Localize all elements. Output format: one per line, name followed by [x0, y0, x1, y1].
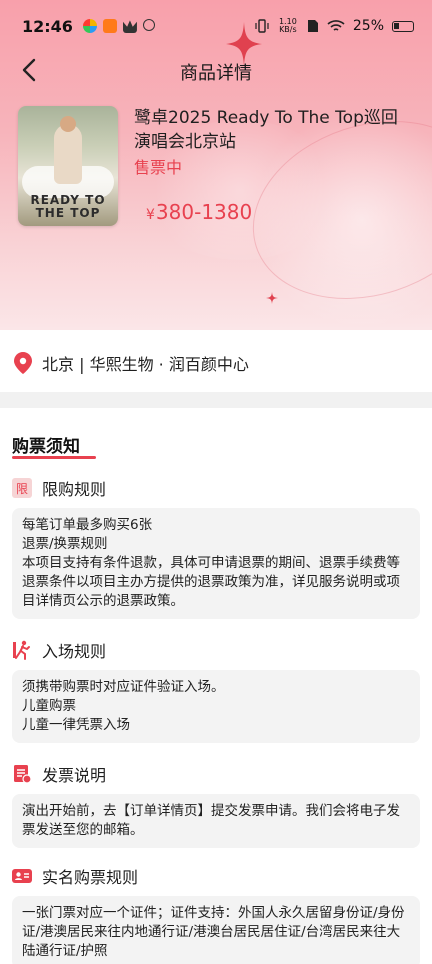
vibrate-icon [255, 19, 269, 33]
rule-heading-purchase-limit: 限 限购规则 [12, 476, 106, 500]
rule-heading-real-name: 实名购票规则 [12, 864, 138, 888]
rule-heading-text: 实名购票规则 [42, 868, 139, 887]
venue-text: 北京 | 华熙生物 · 润百颜中心 [42, 355, 249, 374]
net-speed: 1.10 KB/s [278, 17, 297, 34]
notice-title: 购票须知 [12, 437, 80, 457]
rule-heading-text: 入场规则 [42, 642, 107, 661]
status-right: 1.10 KB/s 25% [255, 18, 414, 34]
crown-icon [122, 20, 137, 33]
rule-heading-entry: 入场规则 [12, 638, 106, 662]
price-symbol: ¥ [146, 207, 155, 223]
venue-row[interactable]: 北京 | 华熙生物 · 润百颜中心 [0, 334, 432, 392]
sale-status: 售票中 [134, 158, 183, 177]
price-value: 380-1380 [155, 200, 253, 224]
rule-line: 每笔订单最多购买6张 [22, 517, 153, 533]
rule-box-real-name: 一张门票对应一个证件；证件支持：外国人永久居留身份证/身份证/港澳居民来往内地通… [12, 896, 420, 964]
rule-heading-text: 发票说明 [42, 766, 107, 785]
event-poster[interactable]: READY TO THE TOP [18, 106, 118, 226]
poster-figure [54, 124, 82, 184]
rule-heading-text: 限购规则 [42, 480, 107, 499]
rule-box-invoice: 演出开始前，去【订单详情页】提交发票申请。我们会将电子发票发送至您的邮箱。 [12, 794, 420, 848]
rule-line: 演出开始前，去【订单详情页】提交发票申请。我们会将电子发票发送至您的邮箱。 [22, 803, 400, 838]
cat-icon [142, 19, 155, 31]
rule-box-entry: 须携带购票时对应证件验证入场。 儿童购票 儿童一律凭票入场 [12, 670, 420, 743]
rule-line: 儿童一律凭票入场 [22, 717, 130, 733]
limit-badge-icon: 限 [12, 478, 32, 498]
sparkle-small-icon [266, 292, 278, 304]
status-bar: 12:46 1.10 KB/s 25% [0, 0, 432, 52]
page-title: 商品详情 [180, 63, 252, 84]
poster-text: READY TO THE TOP [30, 193, 106, 220]
status-app-icons [82, 19, 155, 33]
section-divider [0, 392, 432, 408]
rule-line: 须携带购票时对应证件验证入场。 [22, 679, 225, 695]
location-pin-icon [14, 352, 32, 374]
rule-box-purchase-limit: 每笔订单最多购买6张 退票/换票规则 本项目支持有条件退款，具体可申请退票的期间… [12, 508, 420, 619]
status-time: 12:46 [22, 16, 73, 36]
nav-bar: 商品详情 [0, 50, 432, 90]
battery-icon [392, 20, 414, 32]
event-title: 鹭卓2025 Ready To The Top巡回演唱会北京站 [134, 108, 398, 152]
rule-line: 儿童购票 [22, 698, 76, 714]
rule-line: 退票/换票规则 [22, 536, 108, 552]
poster-figure-head [60, 116, 76, 132]
id-card-icon [12, 869, 32, 883]
notice-title-underline [12, 456, 96, 459]
invoice-icon [14, 765, 32, 784]
wifi-icon [327, 20, 345, 31]
app-notification-icon [102, 19, 117, 33]
app-notification-icon [82, 19, 97, 33]
rule-line: 本项目支持有条件退款，具体可申请退票的期间、退票手续费等退票条件以项目主办方提供… [22, 555, 400, 609]
sim-icon [307, 20, 318, 32]
battery-percent: 25% [352, 18, 384, 34]
entry-icon [13, 640, 30, 660]
rule-heading-invoice: 发票说明 [12, 762, 106, 786]
price-range: ¥380-1380 [146, 200, 252, 224]
rule-line: 一张门票对应一个证件；证件支持：外国人永久居留身份证/身份证/港澳居民来往内地通… [22, 905, 405, 959]
